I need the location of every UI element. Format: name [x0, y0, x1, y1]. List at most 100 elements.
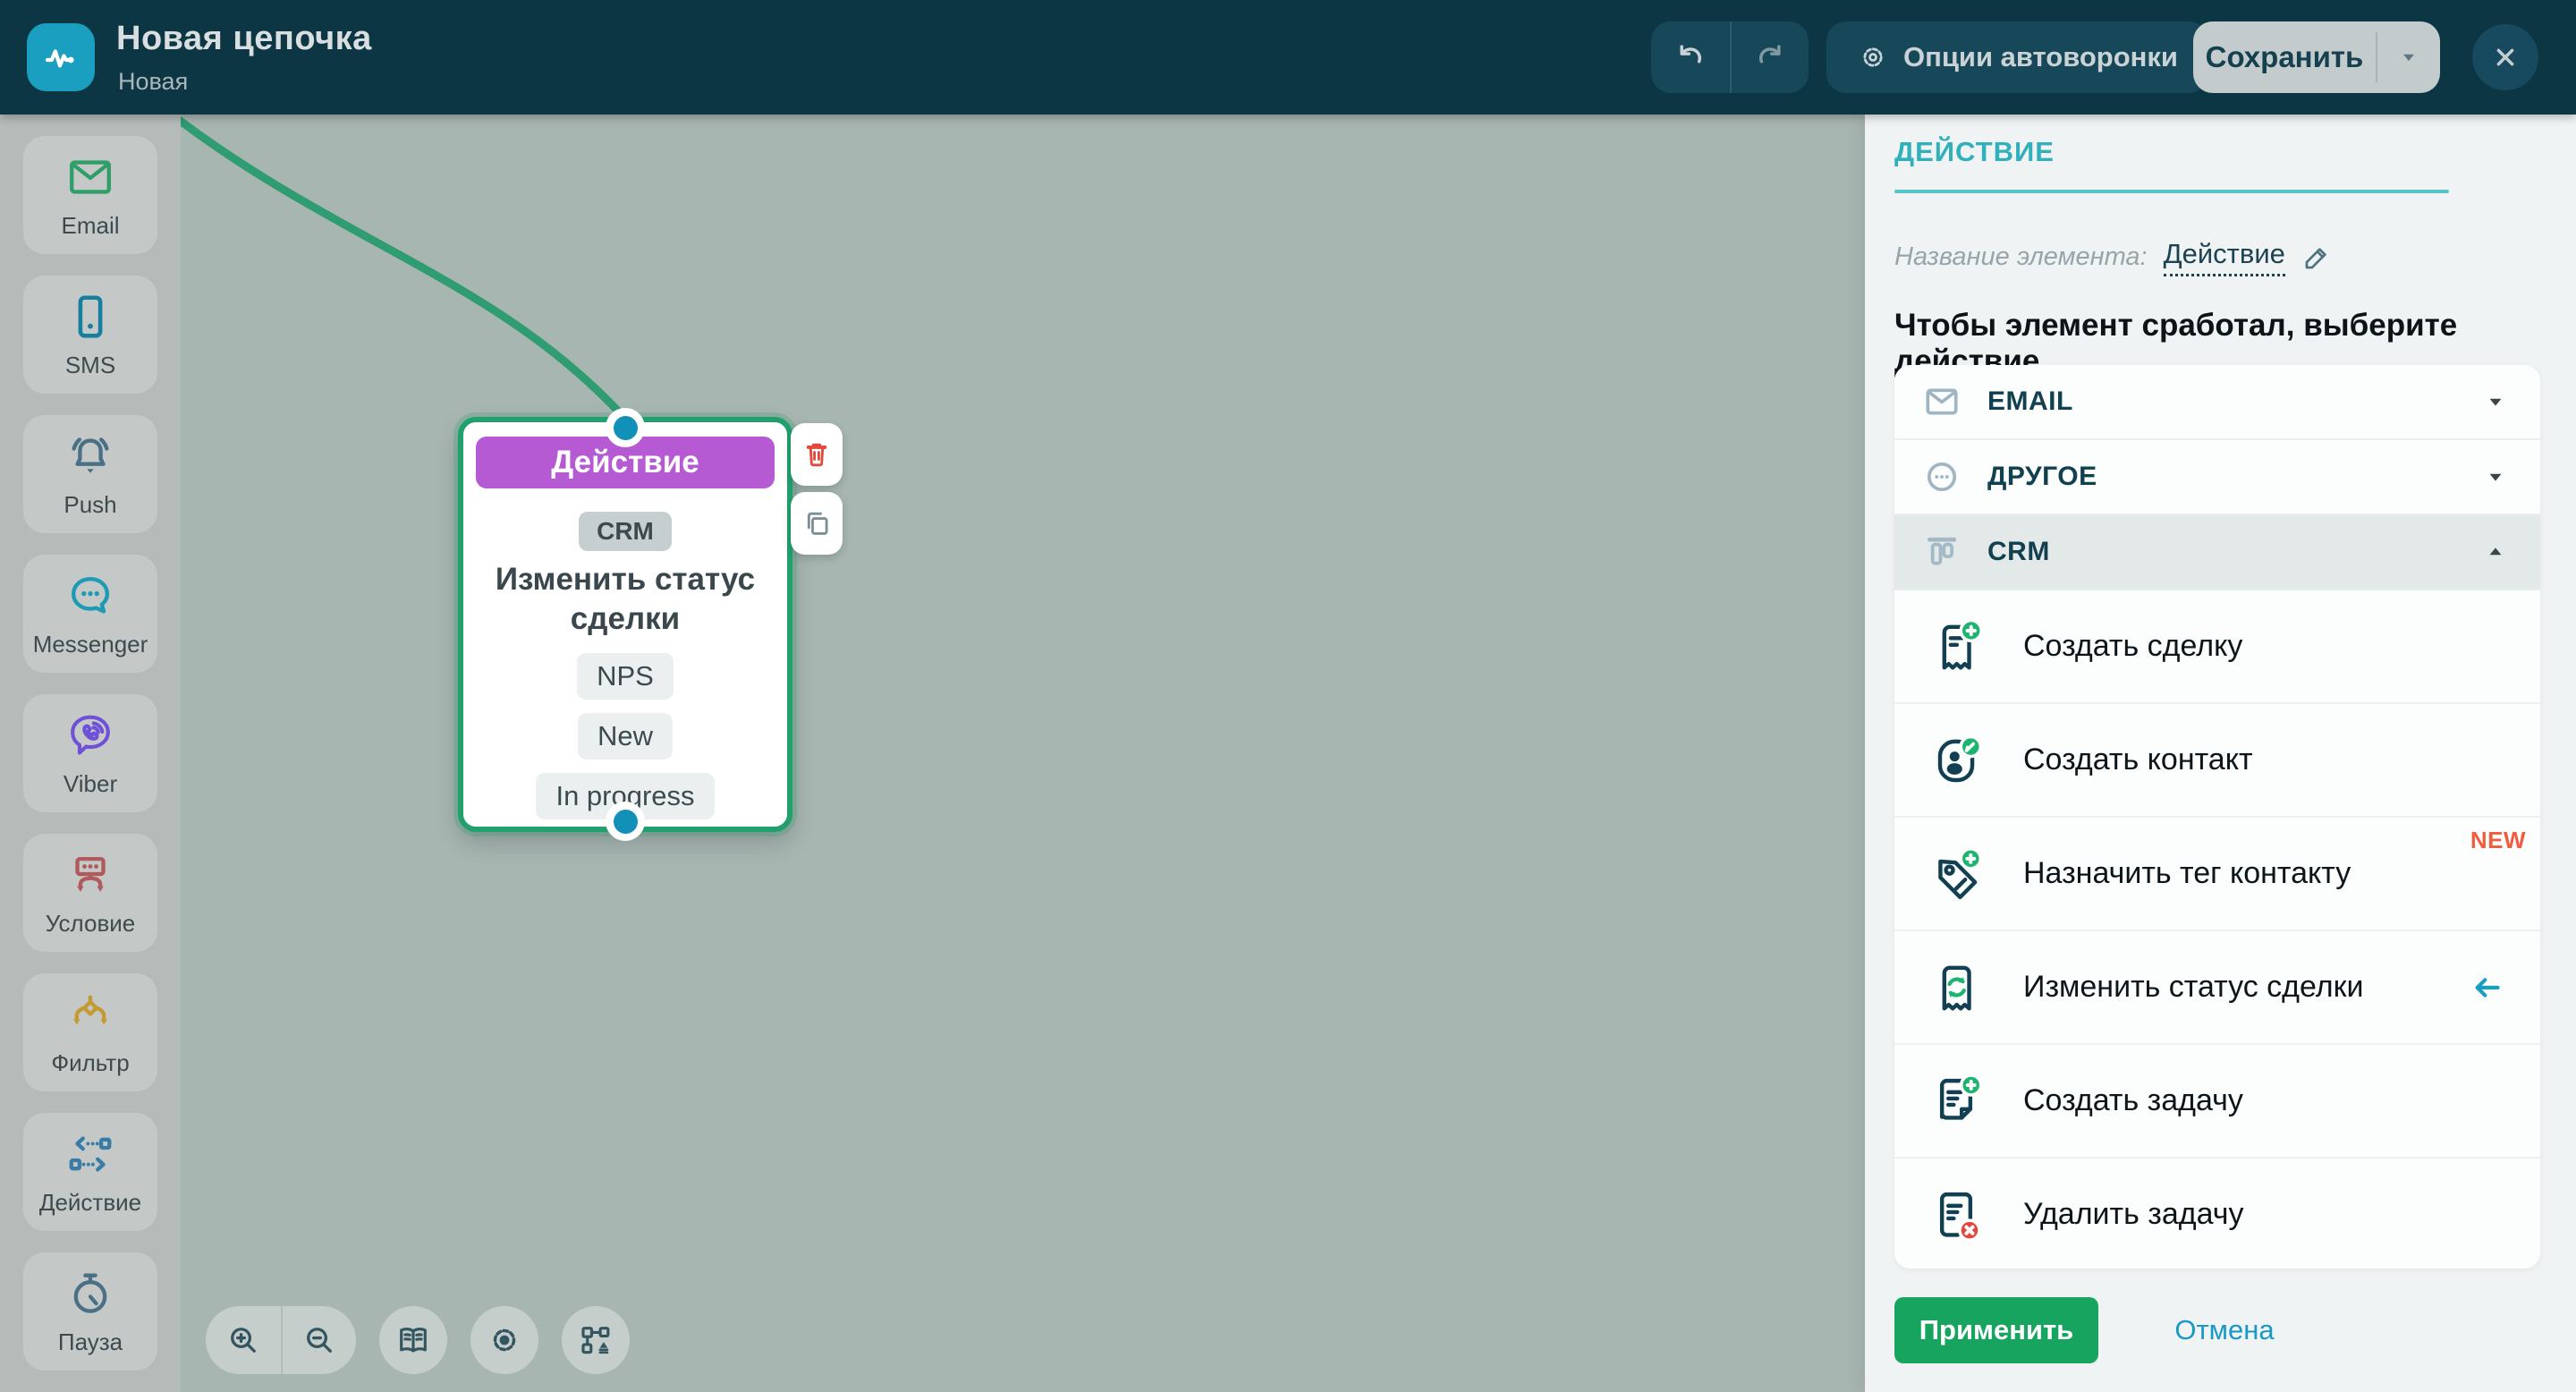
new-badge: NEW [2470, 827, 2526, 854]
automation-builder-app: Новая цепочка Новая Опции автоворонки Со… [0, 0, 2576, 1392]
tool-pause[interactable]: Пауза [23, 1252, 157, 1371]
duplicate-node-button[interactable] [791, 492, 843, 555]
create-contact-icon [1927, 731, 1986, 790]
trash-icon [801, 438, 833, 471]
accordion-email[interactable]: EMAIL [1894, 365, 2540, 440]
crm-item-delete-task[interactable]: Удалить задачу [1894, 1159, 2540, 1269]
canvas-toolbar [206, 1306, 630, 1374]
node-output-connector[interactable] [606, 802, 645, 841]
crm-item-change-deal-status[interactable]: Изменить статус сделки [1894, 931, 2540, 1045]
crm-item-create-deal[interactable]: Создать сделку [1894, 590, 2540, 704]
accordion-other[interactable]: ДРУГОЕ [1894, 440, 2540, 515]
close-icon [2488, 40, 2522, 74]
gear-icon [1857, 41, 1889, 73]
undo-button[interactable] [1651, 21, 1730, 93]
pulse-icon [39, 36, 82, 79]
crm-item-label: Удалить задачу [2023, 1197, 2504, 1232]
minimap-button[interactable] [562, 1306, 630, 1374]
zoom-out-icon [301, 1321, 338, 1359]
tool-label: Условие [46, 910, 136, 938]
save-dropdown-button[interactable] [2377, 46, 2440, 69]
more-circle-icon [1921, 456, 1962, 497]
tool-filter[interactable]: Фильтр [23, 973, 157, 1091]
panel-title: ДЕЙСТВИЕ [1894, 136, 2055, 168]
assign-tag-icon [1927, 845, 1986, 904]
app-logo [27, 23, 95, 91]
tool-messenger[interactable]: Messenger [23, 555, 157, 673]
accordion-label: ДРУГОЕ [1987, 462, 2483, 492]
crm-item-label: Создать контакт [2023, 743, 2504, 777]
action-node[interactable]: Действие CRM Изменить статус сделки NPS … [458, 417, 792, 832]
zoom-in-button[interactable] [206, 1306, 281, 1374]
gear-icon [486, 1321, 523, 1359]
history-button-group [1651, 21, 1809, 93]
funnel-options-button[interactable]: Опции автоворонки [1826, 21, 2208, 93]
accordion-label: EMAIL [1987, 386, 2483, 417]
node-category-badge: CRM [579, 512, 672, 551]
save-label: Сохранить [2193, 40, 2376, 74]
delete-task-icon [1927, 1185, 1986, 1244]
tool-label: Push [64, 491, 116, 519]
zoom-in-icon [225, 1321, 262, 1359]
tool-condition[interactable]: Условие [23, 834, 157, 952]
element-toolbox: Email SMS Push Messenger Viber Условие Ф… [0, 115, 181, 1392]
tool-label: Viber [64, 770, 117, 798]
book-icon [394, 1321, 432, 1359]
crm-item-create-task[interactable]: Создать задачу [1894, 1045, 2540, 1159]
redo-button[interactable] [1730, 21, 1809, 93]
create-deal-icon [1927, 617, 1986, 676]
tool-label: Messenger [33, 631, 148, 658]
chevron-down-icon [2483, 389, 2508, 414]
page-subtitle: Новая [118, 68, 188, 96]
canvas-settings-button[interactable] [470, 1306, 538, 1374]
funnel-options-label: Опции автоворонки [1903, 41, 2178, 73]
chevron-down-icon [2397, 46, 2420, 69]
delete-node-button[interactable] [791, 423, 843, 486]
element-name-value[interactable]: Действие [2164, 238, 2285, 276]
push-bell-icon [64, 430, 116, 482]
action-categories-card: EMAIL ДРУГОЕ CRM Создать сделку Создать … [1894, 365, 2540, 1269]
sms-icon [64, 291, 116, 343]
tool-email[interactable]: Email [23, 136, 157, 254]
tool-action[interactable]: Действие [23, 1113, 157, 1231]
node-pill: New [578, 713, 673, 760]
action-icon [64, 1128, 116, 1180]
node-input-connector[interactable] [606, 408, 645, 447]
connection-wire [181, 115, 1865, 1392]
crm-item-label: Назначить тег контакту [2023, 856, 2504, 891]
guide-button[interactable] [379, 1306, 447, 1374]
close-button[interactable] [2472, 24, 2538, 90]
node-title: Изменить статус сделки [463, 560, 787, 639]
messenger-icon [64, 570, 116, 622]
tool-push[interactable]: Push [23, 415, 157, 533]
crm-item-assign-tag[interactable]: Назначить тег контакту NEW [1894, 818, 2540, 931]
tool-label: Пауза [58, 1328, 123, 1356]
tool-viber[interactable]: Viber [23, 694, 157, 812]
page-title: Новая цепочка [116, 20, 372, 58]
cancel-link[interactable]: Отмена [2133, 1297, 2316, 1363]
edit-pencil-icon[interactable] [2301, 242, 2332, 273]
chevron-down-icon [2483, 464, 2508, 489]
top-header: Новая цепочка Новая Опции автоворонки Со… [0, 0, 2576, 115]
panel-title-underline [1894, 190, 2449, 193]
crm-item-create-contact[interactable]: Создать контакт [1894, 704, 2540, 818]
apply-button[interactable]: Применить [1894, 1297, 2098, 1363]
accordion-crm[interactable]: CRM [1894, 515, 2540, 590]
element-settings-panel: ДЕЙСТВИЕ Название элемента: Действие Что… [1865, 115, 2576, 1392]
crm-item-label: Создать задачу [2023, 1083, 2504, 1118]
flow-canvas[interactable]: Действие CRM Изменить статус сделки NPS … [181, 115, 1865, 1392]
change-deal-status-icon [1927, 958, 1986, 1017]
tool-label: Фильтр [51, 1049, 129, 1077]
email-icon [64, 151, 116, 203]
tool-sms[interactable]: SMS [23, 276, 157, 394]
node-body: CRM Изменить статус сделки NPS New In pr… [463, 488, 787, 819]
sitemap-icon [577, 1321, 614, 1359]
save-button[interactable]: Сохранить [2193, 21, 2440, 93]
tool-label: SMS [65, 352, 115, 379]
zoom-out-button[interactable] [281, 1306, 356, 1374]
condition-icon [64, 849, 116, 901]
copy-icon [801, 507, 833, 539]
kanban-icon [1921, 531, 1962, 573]
crm-item-label: Изменить статус сделки [2023, 970, 2469, 1005]
zoom-button-group [206, 1306, 356, 1374]
